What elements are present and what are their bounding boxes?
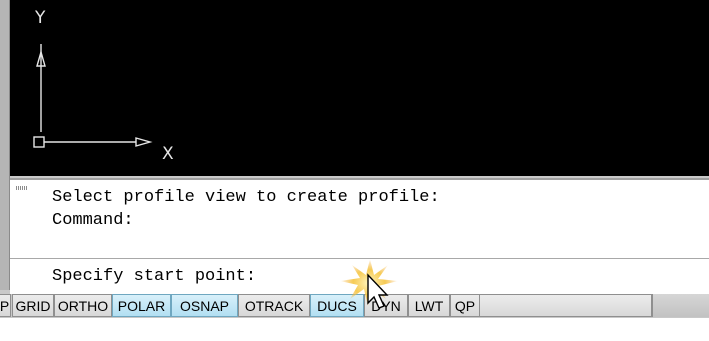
command-history-line: Command: xyxy=(52,211,134,230)
status-bar-spacer xyxy=(480,294,652,317)
status-toggle-grid[interactable]: GRID xyxy=(12,294,54,317)
window-left-border xyxy=(0,0,10,290)
status-toggle-polar[interactable]: POLAR xyxy=(112,294,171,317)
cursor-arrow-icon xyxy=(340,259,398,309)
status-bar-tray xyxy=(652,294,709,317)
drawing-area[interactable]: Y X xyxy=(10,0,709,176)
status-toggle-lwt[interactable]: LWT xyxy=(408,294,450,317)
status-toggle-ortho[interactable]: ORTHO xyxy=(54,294,112,317)
status-toggle-qp[interactable]: QP xyxy=(450,294,480,317)
command-history-line: Select profile view to create profile: xyxy=(52,188,440,207)
status-toggle-snap[interactable]: P xyxy=(0,294,11,317)
ucs-x-label: X xyxy=(162,144,174,164)
grip-icon[interactable] xyxy=(16,186,28,190)
ucs-y-label: Y xyxy=(35,8,46,28)
status-toggle-otrack[interactable]: OTRACK xyxy=(238,294,310,317)
status-toggle-osnap[interactable]: OSNAP xyxy=(171,294,238,317)
command-prompt-line[interactable]: Specify start point: xyxy=(52,267,256,286)
